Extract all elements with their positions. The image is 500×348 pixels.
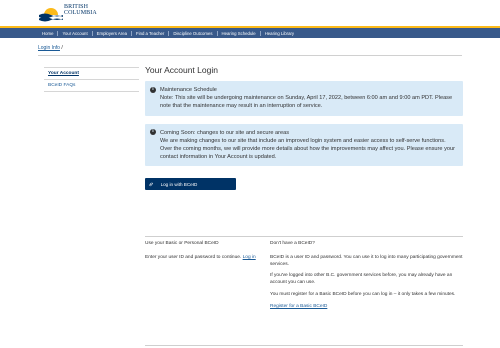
page-title: Your Account Login (145, 65, 218, 75)
login-button-label: Log in with BCeID (160, 181, 198, 187)
bceid-icon: ℯ (149, 181, 153, 188)
info-icon: i (150, 129, 156, 136)
breadcrumb-separator: / (61, 45, 63, 51)
left-column-heading: Use your Basic or Personal BCeID (145, 241, 219, 246)
login-info-columns: Use your Basic or Personal BCeID Enter y… (145, 236, 463, 316)
breadcrumb-login-info[interactable]: Login Info (38, 45, 60, 51)
info-icon: i (150, 86, 156, 93)
coming-soon-alert: i Coming Soon: changes to our site and s… (145, 123, 463, 167)
bottom-divider (145, 345, 463, 346)
nav-your-account[interactable]: Your Account (58, 30, 93, 36)
alert-text: We are making changes to our site that i… (160, 137, 455, 161)
bceid-description: BCeID is a user ID and password. You can… (270, 254, 463, 267)
main-nav: Home Your Account Employers Area Find a … (0, 28, 500, 38)
right-column-heading: Don't have a BCeID? (270, 241, 315, 246)
login-bceid-button[interactable]: ℯ Log in with BCeID (145, 178, 236, 191)
logo-line-2: COLUMBIA (64, 10, 97, 16)
alert-title: Coming Soon: changes to our site and sec… (160, 129, 290, 136)
site-header: BRITISH COLUMBIA (0, 0, 500, 26)
register-column: Don't have a BCeID? BCeID is a user ID a… (270, 237, 463, 316)
existing-account-note: If you've logged into other B.C. governm… (270, 273, 453, 286)
register-note: You must register for a Basic BCeID befo… (270, 291, 456, 297)
sidebar-item-your-account[interactable]: Your Account (44, 68, 139, 80)
main-content: Your Account Login i Maintenance Schedul… (145, 65, 463, 191)
breadcrumb-divider (38, 55, 462, 56)
nav-hearing-schedule[interactable]: Hearing Schedule (218, 30, 261, 36)
sidebar-item-bceid-faqs[interactable]: BCeID FAQs (44, 80, 139, 92)
sidebar: Your Account BCeID FAQs (44, 67, 139, 92)
breadcrumb: Login Info / (38, 45, 63, 51)
alert-title: Maintenance Schedule (160, 87, 217, 93)
log-in-link[interactable]: Log in (243, 255, 256, 260)
logo-wordmark: BRITISH COLUMBIA (64, 4, 97, 16)
register-bceid-link[interactable]: Register for a Basic BCeID (270, 304, 327, 309)
alert-text: Note: This site will be undergoing maint… (160, 95, 453, 110)
maintenance-alert: i Maintenance Schedule Note: This site w… (145, 81, 463, 116)
nav-employers-area[interactable]: Employers Area (93, 30, 132, 36)
left-column-text: Enter your user ID and password to conti… (145, 255, 270, 262)
nav-home[interactable]: Home (38, 30, 59, 36)
basic-bceid-column: Use your Basic or Personal BCeID Enter y… (145, 237, 270, 316)
continue-text: Enter your user ID and password to conti… (145, 254, 242, 260)
nav-hearing-library[interactable]: Hearing Library (261, 31, 298, 36)
nav-find-a-teacher[interactable]: Find a Teacher (132, 30, 170, 36)
nav-discipline-outcomes[interactable]: Discipline Outcomes (169, 30, 218, 36)
